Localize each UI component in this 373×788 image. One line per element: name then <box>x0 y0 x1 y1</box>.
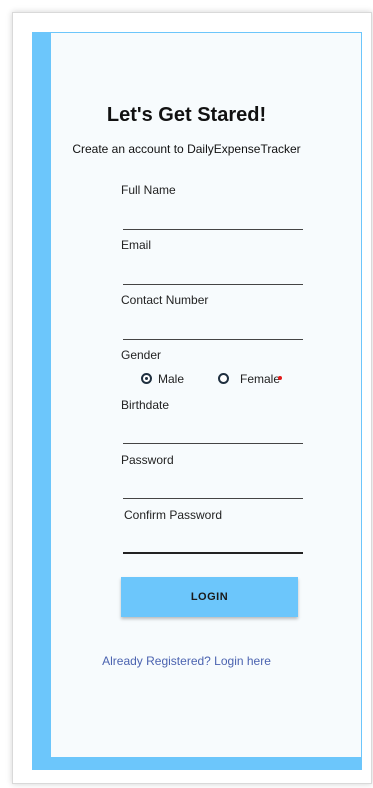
login-button[interactable]: LOGIN <box>121 577 298 617</box>
male-radio[interactable] <box>141 373 152 384</box>
male-radio-label[interactable]: Male <box>158 372 184 386</box>
birthdate-label: Birthdate <box>121 398 170 412</box>
confirm-password-label: Confirm Password <box>124 508 223 522</box>
password-input[interactable] <box>123 498 303 499</box>
full-name-input[interactable] <box>123 229 303 230</box>
contact-number-input[interactable] <box>123 339 303 340</box>
error-indicator-icon <box>278 376 282 380</box>
gender-label: Gender <box>121 348 162 362</box>
female-radio[interactable] <box>218 373 229 384</box>
birthdate-input[interactable] <box>123 443 303 444</box>
contact-number-label: Contact Number <box>121 293 209 307</box>
page-title: Let's Get Stared! <box>106 104 267 126</box>
page-subtitle: Create an account to DailyExpenseTracker <box>72 142 301 156</box>
email-input[interactable] <box>123 284 303 285</box>
login-here-link[interactable]: Already Registered? Login here <box>0 654 373 668</box>
female-radio-label[interactable]: Female <box>240 372 280 386</box>
email-label: Email <box>121 238 152 252</box>
confirm-password-input[interactable] <box>123 552 303 554</box>
full-name-label: Full Name <box>121 183 176 197</box>
password-label: Password <box>121 453 174 467</box>
